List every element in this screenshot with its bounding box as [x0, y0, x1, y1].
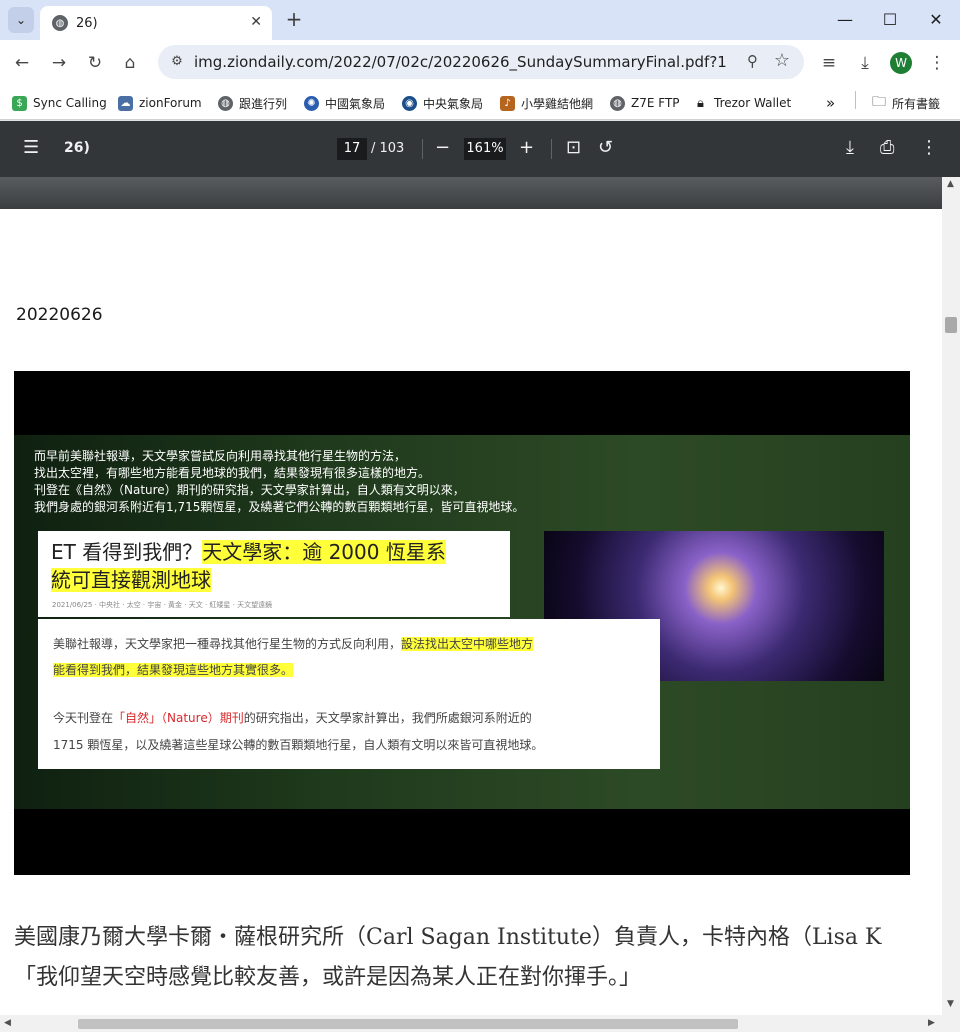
globe-icon: ◍ [218, 95, 233, 111]
browser-tab[interactable]: ◍ 26) ✕ [40, 6, 272, 40]
print-icon[interactable]: ⎙ [880, 137, 894, 158]
vertical-scroll-thumb[interactable] [945, 317, 957, 333]
news-headline-card: ET 看得到我們？天文學家：逾 2000 恆星系 統可直接觀測地球 2021/06… [38, 531, 510, 617]
news-paragraph: 今天刊登在「自然」（Nature）期刊的研究指出，天文學家計算出，我們所處銀河系… [53, 711, 532, 725]
bookmark-item[interactable]: 🔒︎ Trezor Wallet [693, 93, 791, 113]
all-bookmarks-folder[interactable]: 🗀 所有書籤 [872, 93, 940, 113]
bookmark-item[interactable]: ◍ 跟進行列 [218, 93, 287, 113]
zionforum-icon: ☁ [118, 95, 133, 111]
pdf-page: 20220626 而早前美聯社報導，天文學家嘗試反向利用尋找其他行星生物的方法，… [0, 209, 942, 1015]
more-options-icon[interactable]: ⋮ [920, 137, 938, 158]
news-paragraph: 能看得到我們，結果發現這些地方其實很多。 [53, 663, 294, 677]
figure-caption-line: 找出太空裡，有哪些地方能看見地球的我們，結果發現有很多這樣的地方。 [34, 466, 431, 480]
maximize-button[interactable]: ☐ [878, 8, 902, 32]
horizontal-scroll-thumb[interactable] [78, 1019, 738, 1029]
cwb-icon: ◉ [402, 95, 417, 111]
menu-icon[interactable]: ⋮ [925, 51, 949, 75]
bookmark-item[interactable]: ✺ 中國氣象局 [304, 93, 385, 113]
news-paragraph: 美聯社報導，天文學家把一種尋找其他行星生物的方式反向利用，設法找出太空中哪些地方 [53, 637, 534, 651]
pdf-toolbar: ☰ 26) 17 / 103 − 161% + ⊡ ↺ ⤓ ⎙ ⋮ [0, 121, 960, 177]
news-meta: 2021/06/25 · 中央社 · 太空 · 宇宙 · 黃金 · 天文 · 紅… [52, 601, 273, 609]
news-screenshot-figure: 而早前美聯社報導，天文學家嘗試反向利用尋找其他行星生物的方法， 找出太空裡，有哪… [14, 371, 910, 875]
globe-icon: ◍ [52, 15, 68, 31]
title-bar: ⌄ ◍ 26) ✕ + — ☐ ✕ [0, 0, 960, 40]
bookmark-item[interactable]: ◉ 中央氣象局 [402, 93, 483, 113]
reload-icon[interactable]: ↻ [83, 51, 107, 75]
globe-icon: ◍ [610, 95, 625, 111]
scroll-up-arrow-icon[interactable]: ▲ [947, 179, 954, 189]
download-icon[interactable]: ⤓ [853, 51, 877, 75]
bookmark-star-icon[interactable]: ☆ [774, 50, 790, 71]
zoom-level-input[interactable]: 161% [464, 138, 506, 160]
home-icon[interactable]: ⌂ [118, 51, 142, 75]
navigation-toolbar: ← → ↻ ⌂ ⚙ img.ziondaily.com/2022/07/02c/… [0, 40, 960, 86]
bookmark-item[interactable]: ♪ 小學雞結他網 [500, 93, 593, 113]
close-tab-icon[interactable]: ✕ [250, 14, 262, 30]
tab-title: 26) [76, 15, 98, 31]
fit-page-icon[interactable]: ⊡ [566, 137, 581, 158]
profile-avatar[interactable]: W [890, 52, 912, 74]
body-text-line: 美國康乃爾大學卡爾・薩根研究所（Carl Sagan Institute）負責人… [14, 925, 882, 950]
pdf-viewport[interactable]: 20220626 而早前美聯社報導，天文學家嘗試反向利用尋找其他行星生物的方法，… [0, 177, 942, 1015]
site-info-icon[interactable]: ⚙ [166, 51, 188, 73]
bookmarks-bar: $ Sync Calling ☁ zionForum ◍ 跟進行列 ✺ 中國氣象局 ◉ 中… [0, 86, 960, 120]
chevron-down-icon: ⌄ [15, 13, 27, 27]
new-tab-button[interactable]: + [282, 8, 306, 32]
vertical-scrollbar[interactable]: ▲ ▼ [942, 177, 960, 1015]
figure-caption-line: 我們身處的銀河系附近有1,715顆恆星，及繞著它們公轉的數百顆類地行星，皆可直視… [34, 500, 525, 514]
zoom-in-icon[interactable]: + [519, 137, 534, 158]
news-paragraph: 1715 顆恆星，以及繞著這些星球公轉的數百顆類地行星，自人類有文明以來皆可直視… [53, 738, 544, 752]
horizontal-scrollbar[interactable]: ◀ ▶ [0, 1015, 960, 1032]
zoom-icon[interactable]: ⚲ [747, 52, 758, 70]
url-text[interactable]: img.ziondaily.com/2022/07/02c/20220626_S… [194, 53, 726, 71]
bookmark-item[interactable]: ☁ zionForum [118, 93, 202, 113]
folder-icon: 🗀 [872, 94, 886, 110]
pdf-title: 26) [64, 140, 90, 156]
reading-list-icon[interactable]: ≡ [817, 51, 841, 75]
page-total: / 103 [371, 141, 405, 156]
scroll-left-arrow-icon[interactable]: ◀ [4, 1018, 11, 1028]
tab-search-button[interactable]: ⌄ [8, 7, 34, 33]
sidebar-menu-icon[interactable]: ☰ [23, 137, 39, 158]
back-icon[interactable]: ← [10, 51, 34, 75]
cma-icon: ✺ [304, 95, 319, 111]
bookmark-item[interactable]: ◍ Z7E FTP [610, 93, 680, 113]
news-body-card: 美聯社報導，天文學家把一種尋找其他行星生物的方式反向利用，設法找出太空中哪些地方… [38, 619, 660, 769]
bookmark-item[interactable]: $ Sync Calling [12, 93, 107, 113]
figure-caption-line: 刊登在《自然》（Nature）期刊的研究指，天文學家計算出，自人類有文明以來， [34, 483, 465, 497]
rotate-icon[interactable]: ↺ [598, 137, 613, 158]
guitar-icon: ♪ [500, 95, 515, 111]
bookmarks-divider [855, 91, 856, 109]
lock-icon: 🔒︎ [693, 95, 708, 111]
body-text-line: 「我仰望天空時感覺比較友善，或許是因為某人正在對你揮手。」 [14, 965, 642, 990]
document-date: 20220626 [16, 305, 103, 325]
download-pdf-icon[interactable]: ⤓ [846, 137, 854, 158]
sync-calling-icon: $ [12, 95, 27, 111]
previous-page-edge [0, 177, 942, 209]
zoom-out-icon[interactable]: − [435, 137, 450, 158]
scroll-down-arrow-icon[interactable]: ▼ [947, 999, 954, 1009]
bookmarks-overflow-button[interactable]: » [826, 93, 835, 113]
toolbar-divider [551, 139, 552, 159]
scroll-right-arrow-icon[interactable]: ▶ [928, 1018, 935, 1028]
address-bar[interactable]: ⚙ img.ziondaily.com/2022/07/02c/20220626… [158, 45, 804, 79]
toolbar-divider [422, 139, 423, 159]
figure-caption-line: 而早前美聯社報導，天文學家嘗試反向利用尋找其他行星生物的方法， [34, 449, 407, 463]
page-number-input[interactable]: 17 [337, 138, 367, 160]
news-headline: ET 看得到我們？天文學家：逾 2000 恆星系 統可直接觀測地球 [51, 540, 446, 592]
forward-icon[interactable]: → [47, 51, 71, 75]
minimize-button[interactable]: — [833, 8, 857, 32]
close-window-button[interactable]: ✕ [924, 8, 948, 32]
